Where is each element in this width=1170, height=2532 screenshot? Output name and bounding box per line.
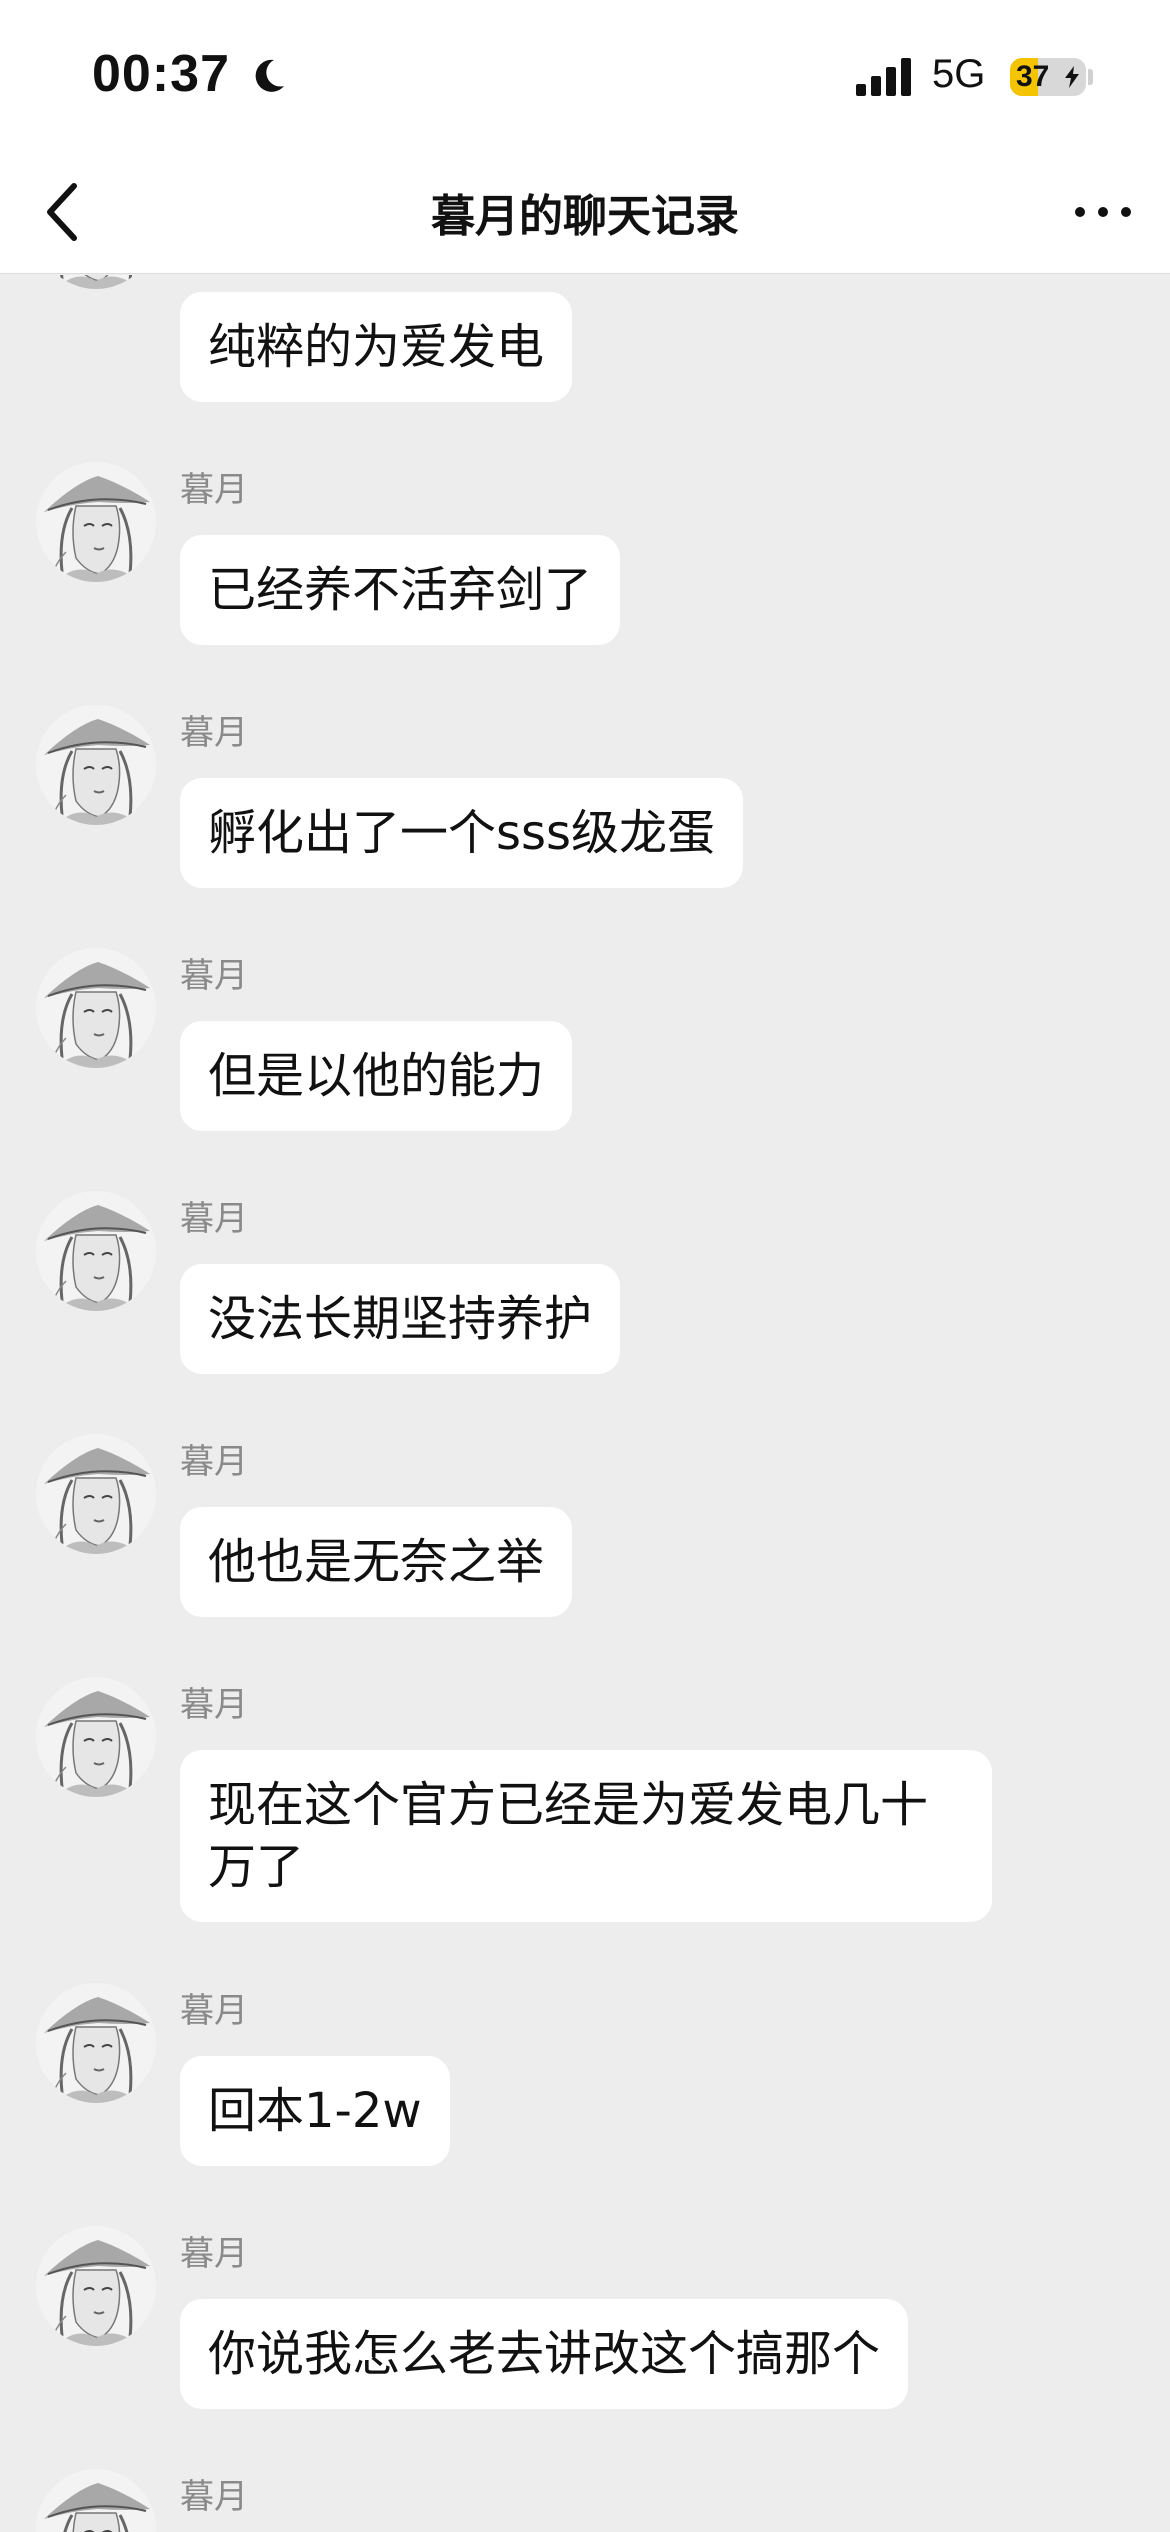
sender-name: 暮月 <box>180 1685 248 1725</box>
sender-name: 暮月 <box>180 2234 248 2274</box>
avatar[interactable] <box>36 275 156 289</box>
message-bubble[interactable]: 回本1-2w <box>180 2056 450 2166</box>
avatar[interactable] <box>36 462 156 582</box>
network-type: 5G <box>932 52 986 96</box>
avatar-portrait-icon <box>36 2469 156 2532</box>
sender-name: 暮月 <box>180 1199 248 1239</box>
moon-icon <box>255 59 284 92</box>
avatar[interactable] <box>36 1677 156 1797</box>
sender-name: 暮月 <box>180 956 248 996</box>
avatar[interactable] <box>36 705 156 825</box>
sender-name: 暮月 <box>180 2477 248 2517</box>
avatar[interactable] <box>36 948 156 1068</box>
message-bubble[interactable]: 你说我怎么老去讲改这个搞那个 <box>180 2299 909 2409</box>
nav-bar: 暮月的聊天记录 <box>0 150 1170 274</box>
avatar[interactable] <box>36 1434 156 1554</box>
avatar[interactable] <box>36 2226 156 2346</box>
message-bubble[interactable]: 纯粹的为爱发电 <box>180 292 573 402</box>
avatar-portrait-icon <box>36 1677 156 1797</box>
avatar-portrait-icon <box>36 2226 156 2346</box>
more-horizontal-icon[interactable] <box>1068 190 1138 234</box>
battery-nub <box>1088 69 1093 85</box>
avatar-portrait-icon <box>36 948 156 1068</box>
avatar-portrait-icon <box>36 1191 156 1311</box>
bolt-icon <box>1065 66 1079 88</box>
avatar-portrait-icon <box>36 1434 156 1554</box>
avatar[interactable] <box>36 1983 156 2103</box>
message-bubble[interactable]: 他也是无奈之举 <box>180 1507 573 1617</box>
avatar[interactable] <box>36 2469 156 2532</box>
avatar-portrait-icon <box>36 462 156 582</box>
sender-name: 暮月 <box>180 1442 248 1482</box>
avatar-portrait-icon <box>36 275 156 289</box>
sender-name: 暮月 <box>180 713 248 753</box>
avatar[interactable] <box>36 1191 156 1311</box>
status-bar: 00:37 5G 37 <box>0 0 1170 150</box>
message-bubble[interactable]: 已经养不活弃剑了 <box>180 535 621 645</box>
avatar-portrait-icon <box>36 705 156 825</box>
message-bubble[interactable]: 现在这个官方已经是为爱发电几十万了 <box>180 1750 992 1922</box>
chat-history[interactable]: 纯粹的为爱发电 暮月 已经养不活弃剑了 暮月 孵化出了一个sss级龙蛋 暮月 但… <box>0 275 1170 2532</box>
message-bubble[interactable]: 但是以他的能力 <box>180 1021 573 1131</box>
message-bubble[interactable]: 没法长期坚持养护 <box>180 1264 621 1374</box>
message-bubble[interactable]: 孵化出了一个sss级龙蛋 <box>180 778 744 888</box>
signal-icon <box>856 58 911 96</box>
sender-name: 暮月 <box>180 470 248 510</box>
status-time: 00:37 <box>92 45 230 103</box>
battery-icon: 37 <box>1010 58 1086 96</box>
sender-name: 暮月 <box>180 1991 248 2031</box>
page-title: 暮月的聊天记录 <box>431 191 739 242</box>
avatar-portrait-icon <box>36 1983 156 2103</box>
